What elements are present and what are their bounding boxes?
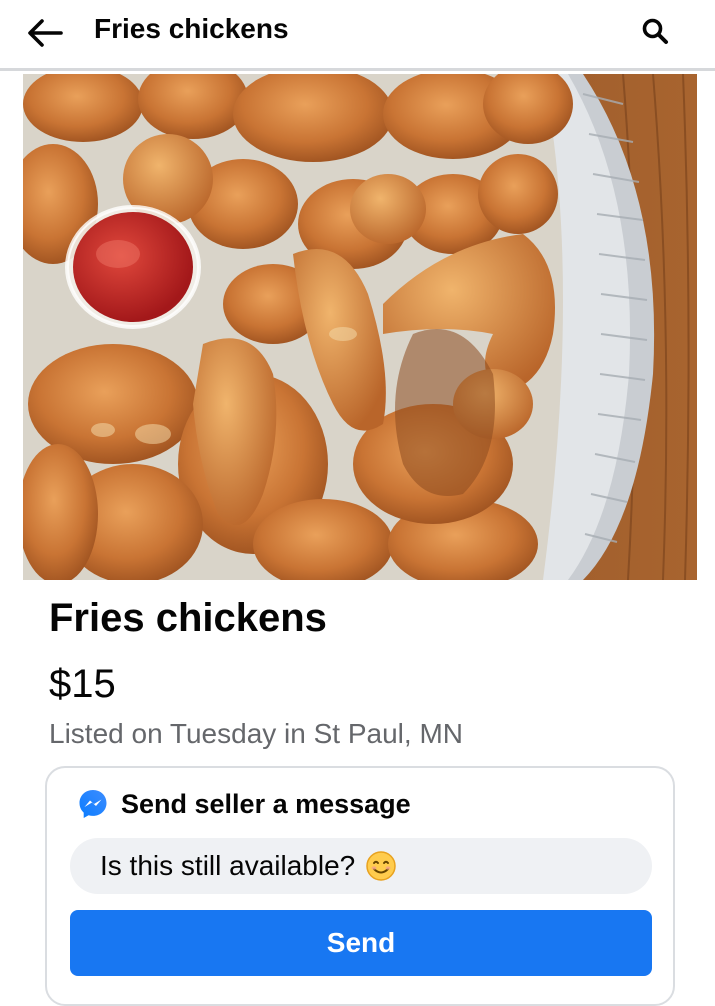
messenger-icon — [79, 790, 107, 818]
message-input-value: Is this still available? — [100, 850, 356, 881]
search-icon — [642, 18, 668, 44]
top-app-bar: Fries chickens — [0, 0, 715, 71]
back-button[interactable] — [20, 8, 70, 58]
smiling-face-icon — [366, 851, 396, 881]
listing-title: Fries chickens — [49, 596, 327, 640]
listing-meta: Listed on Tuesday in St Paul, MN — [49, 718, 463, 749]
message-header: Send seller a message — [77, 786, 411, 822]
listing-photo[interactable] — [23, 74, 697, 580]
message-header-label: Send seller a message — [121, 788, 411, 819]
search-button[interactable] — [632, 8, 678, 54]
send-button[interactable]: Send — [70, 910, 652, 976]
listing-price: $15 — [49, 662, 116, 706]
message-input[interactable]: Is this still available? — [70, 838, 652, 894]
message-seller-card: Send seller a message Is this still avai… — [45, 766, 675, 1006]
page-title: Fries chickens — [94, 13, 289, 44]
arrow-left-icon — [28, 19, 63, 47]
